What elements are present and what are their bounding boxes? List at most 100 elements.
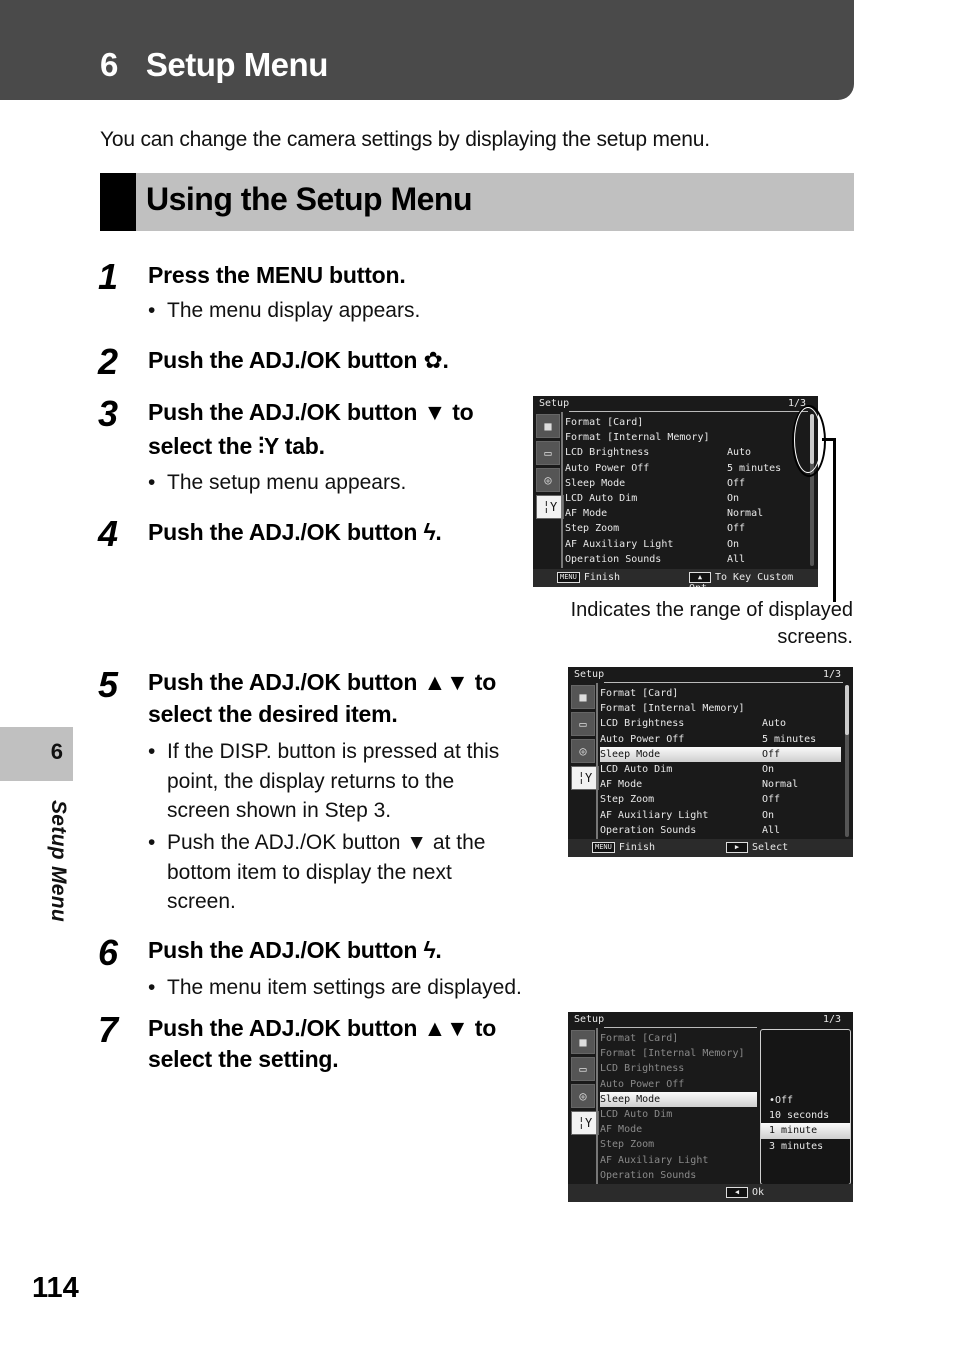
menu-item[interactable]: AF Mode [600,1122,757,1137]
menu-item[interactable]: Format [Card] [600,1031,757,1046]
step-5-bullet-2: • Push the ADJ./OK button ▼ at the botto… [148,831,486,913]
screen-footer: ◀ Ok [568,1184,853,1202]
menu-item-value: Off [727,523,746,535]
step-5-text: Push the ADJ./OK button ▲▼ to select the… [148,669,497,727]
menu-item[interactable]: Step Zoom [600,1137,757,1152]
camera-icon[interactable]: ■ [571,1030,595,1054]
setting-option[interactable]: •Off [761,1093,850,1108]
bullet-dot: • [148,471,156,494]
menu-item[interactable]: AF Auxiliary Light [600,1153,757,1168]
setting-option[interactable]: 1 minute [761,1123,850,1139]
chapter-header: 6 Setup Menu [0,0,854,100]
chapter-name: Setup Menu [145,46,329,83]
menu-item[interactable]: Operation Sounds All [565,552,806,567]
menu-item[interactable]: Step Zoom Off [565,521,806,536]
menu-item-label: LCD Brightness [600,718,685,730]
menu-item-value: Auto [727,447,752,459]
menu-item[interactable]: Auto Power Off [600,1077,757,1092]
menu-item-value: 5 minutes [762,733,817,745]
menu-item-value: On [762,763,775,775]
menu-item[interactable]: Format [Internal Memory] [600,1046,757,1061]
menu-item[interactable]: Sleep Mode Off [600,746,841,762]
menu-item[interactable]: AF Mode Normal [565,506,806,521]
menu-item[interactable]: Step Zoom Off [600,792,841,807]
menu-item-label: Sleep Mode [600,1093,661,1105]
section-heading: Using the Setup Menu [100,173,854,231]
callout-line [833,438,836,602]
movie-icon[interactable]: ▭ [571,712,595,736]
playback-icon[interactable]: ◎ [536,468,560,492]
menu-item-value: 5 minutes [727,462,782,474]
setup-icon[interactable]: ╎Y [571,766,599,790]
scrollbar[interactable] [845,685,849,837]
screen-page-indicator: 1/3 [822,1014,841,1025]
setup-icon[interactable]: ╎Y [536,495,564,519]
menu-item[interactable]: AF Auxiliary Light On [565,537,806,552]
menu-item[interactable]: LCD Brightness Auto [600,716,841,731]
step-number-2: 2 [98,341,119,382]
right-key-icon: ▶ [726,842,748,853]
scrollbar-thumb[interactable] [845,685,849,735]
setting-option[interactable]: 3 minutes [761,1139,850,1154]
menu-item[interactable]: Format [Card] [600,686,841,701]
bullet-dot: • [148,299,156,322]
menu-item-value: On [727,538,740,550]
menu-item[interactable]: Format [Card] [565,415,806,430]
step-1-text: Press the MENU button. [148,262,406,288]
menu-item[interactable]: Format [Internal Memory] [565,430,806,445]
camera-icon[interactable]: ■ [536,414,560,438]
menu-item-label: LCD Brightness [565,447,650,459]
menu-item[interactable]: LCD Auto Dim On [565,491,806,506]
menu-item[interactable]: LCD Brightness Auto [565,445,806,460]
step-1-bullet: • The menu display appears. [148,296,420,326]
movie-icon[interactable]: ▭ [536,441,560,465]
step-7-text: Push the ADJ./OK button ▲▼ to select the… [148,1015,497,1072]
menu-item-label: Sleep Mode [565,477,626,489]
playback-icon[interactable]: ◎ [571,1084,595,1108]
chapter-number: 6 [100,46,118,83]
menu-item[interactable]: LCD Auto Dim On [600,762,841,777]
menu-item[interactable]: Auto Power Off 5 minutes [565,461,806,476]
movie-icon[interactable]: ▭ [571,1057,595,1081]
setting-option[interactable]: 10 seconds [761,1108,850,1123]
menu-item[interactable]: Operation Sounds [600,1168,757,1183]
menu-item[interactable]: Operation Sounds All [600,823,841,838]
setup-icon[interactable]: ╎Y [571,1111,599,1135]
menu-item[interactable]: LCD Auto Dim [600,1107,757,1122]
menu-item-value: Off [762,748,781,760]
menu-item-label: LCD Brightness [600,1063,685,1075]
step-3-text: Push the ADJ./OK button ▼ to select the … [148,399,474,459]
section-marker [100,173,136,231]
screen-title: Setup [539,398,570,409]
menu-tabs: ■ ▭ ◎ ╎Y [571,1030,599,1138]
menu-item[interactable]: Format [Internal Memory] [600,701,841,716]
menu-item-label: LCD Auto Dim [600,1108,673,1120]
menu-item-label: Format [Card] [600,688,679,699]
screen-page-indicator: 1/3 [822,669,841,680]
menu-item-label: AF Auxiliary Light [600,1154,709,1166]
menu-item[interactable]: Sleep Mode [600,1091,757,1107]
callout-text: Indicates the range of displayed screens… [570,599,853,648]
menu-item-value: Off [762,794,781,806]
page-number: 114 [32,1272,79,1304]
menu-item-label: Step Zoom [600,1139,655,1151]
menu-item-label: Format [Internal Memory] [565,432,710,444]
step-6-bullet: • The menu item settings are displayed. [148,976,522,999]
playback-icon[interactable]: ◎ [571,739,595,763]
menu-item[interactable]: LCD Brightness [600,1061,757,1076]
menu-item[interactable]: Auto Power Off 5 minutes [600,732,841,747]
menu-item[interactable]: Sleep Mode Off [565,476,806,491]
menu-item-value: Auto [762,718,787,730]
step-2-text: Push the ADJ./OK button ✿. [148,347,449,373]
menu-tabs: ■ ▭ ◎ ╎Y [536,414,564,522]
menu-list: Format [Card] Format [Internal Memory] LCD… [600,686,841,838]
menu-item-label: Auto Power Off [600,1078,685,1090]
menu-item[interactable]: AF Auxiliary Light On [600,808,841,823]
side-tab-number: 6 [50,739,63,764]
camera-icon[interactable]: ■ [571,685,595,709]
side-tab-label: Setup Menu [47,800,70,922]
menu-item-label: Operation Sounds [565,553,662,565]
screen-header: Setup 1/3 [533,396,818,412]
menu-item[interactable]: AF Mode Normal [600,777,841,792]
camera-screen-setup-menu: Setup 1/3 ■ ▭ ◎ ╎Y Format [Card] Format [… [533,396,818,587]
